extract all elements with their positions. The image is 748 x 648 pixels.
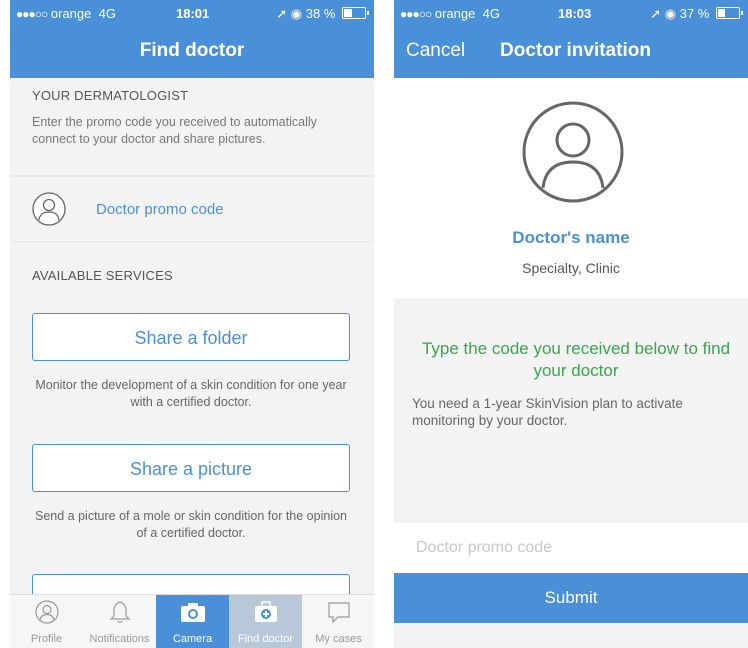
tab-find-doctor[interactable]: Find doctor (229, 595, 302, 648)
signal-dots: ●●●○○ (400, 7, 432, 21)
alarm-icon: ◉ (290, 6, 303, 21)
signal-dots: ●●●○○ (16, 7, 48, 21)
share-folder-button[interactable]: Share a folder (32, 313, 350, 361)
share-picture-description: Send a picture of a mole or skin conditi… (35, 509, 347, 540)
page-title: Find doctor (139, 40, 245, 61)
location-icon: ➚ (650, 6, 662, 21)
medkit-icon (254, 601, 277, 622)
share-picture-button[interactable]: Share a picture (32, 444, 350, 492)
doctor-promo-code-row[interactable]: Doctor promo code (10, 177, 374, 241)
tab-profile[interactable]: Profile (10, 595, 83, 648)
tab-bar: Profile Notifications Camera Find doctor… (10, 594, 374, 648)
battery-icon (716, 7, 743, 19)
doctor-promo-code-input[interactable] (394, 523, 748, 573)
services-section-header: AVAILABLE SERVICES (32, 268, 173, 283)
status-bar: ●●●○○ orange 4G 18:01 ➚ ◉ 38 % (10, 0, 374, 24)
battery-level-fill (718, 9, 726, 17)
find-doctor-screen: ●●●○○ orange 4G 18:01 ➚ ◉ 38 % Find doct… (10, 0, 374, 648)
tab-notifications[interactable]: Notifications (83, 595, 156, 648)
profile-icon (34, 600, 59, 624)
dermatologist-description: Enter the promo code you received to aut… (32, 115, 317, 146)
battery-icon (342, 7, 369, 19)
plan-note: You need a 1-year SkinVision plan to act… (412, 396, 683, 428)
tab-label: Profile (30, 633, 63, 645)
cancel-button[interactable]: Cancel (406, 40, 465, 62)
nav-bar: ●●●○○ orange 4G 18:01 ➚ ◉ 38 % Find doct… (10, 0, 374, 78)
doctor-specialty: Specialty, Clinic (522, 260, 620, 276)
bell-icon (109, 601, 130, 623)
tab-label: Notifications (89, 633, 150, 645)
doctor-name: Doctor's name (512, 228, 630, 247)
status-time: 18:03 (558, 6, 592, 21)
network-type: 4G (482, 6, 500, 21)
instruction-text: Type the code you received below to find… (421, 339, 731, 380)
doctor-promo-code-link[interactable]: Doctor promo code (96, 201, 224, 218)
tab-label: Camera (172, 633, 213, 645)
share-folder-description: Monitor the development of a skin condit… (35, 378, 347, 409)
battery-level-fill (344, 9, 352, 17)
camera-icon (180, 603, 205, 622)
chat-icon (327, 602, 350, 624)
nav-bar: ●●●○○ orange 4G 18:03 ➚ ◉ 37 % Cancel Do… (394, 0, 748, 78)
doctor-invitation-screen: ●●●○○ orange 4G 18:03 ➚ ◉ 37 % Cancel Do… (394, 0, 748, 648)
tab-camera[interactable]: Camera (156, 595, 229, 648)
status-time: 18:01 (176, 6, 210, 21)
network-type: 4G (98, 6, 116, 21)
battery-percent: 38 % (305, 6, 336, 21)
tab-label: Find doctor (237, 633, 294, 645)
alarm-icon: ◉ (664, 6, 677, 21)
page-title: Doctor invitation (500, 40, 651, 61)
dermatologist-section-header: YOUR DERMATOLOGIST (32, 88, 189, 103)
carrier-name: orange (50, 6, 92, 21)
doctor-avatar-icon (522, 101, 624, 203)
tab-my-cases[interactable]: My cases (302, 595, 374, 648)
location-icon: ➚ (276, 6, 288, 21)
carrier-name: orange (434, 6, 476, 21)
tab-label: My cases (315, 633, 362, 645)
status-bar: ●●●○○ orange 4G 18:03 ➚ ◉ 37 % (394, 0, 748, 24)
doctor-avatar-icon (32, 192, 66, 226)
battery-percent: 37 % (679, 6, 710, 21)
submit-button[interactable]: Submit (394, 573, 748, 623)
